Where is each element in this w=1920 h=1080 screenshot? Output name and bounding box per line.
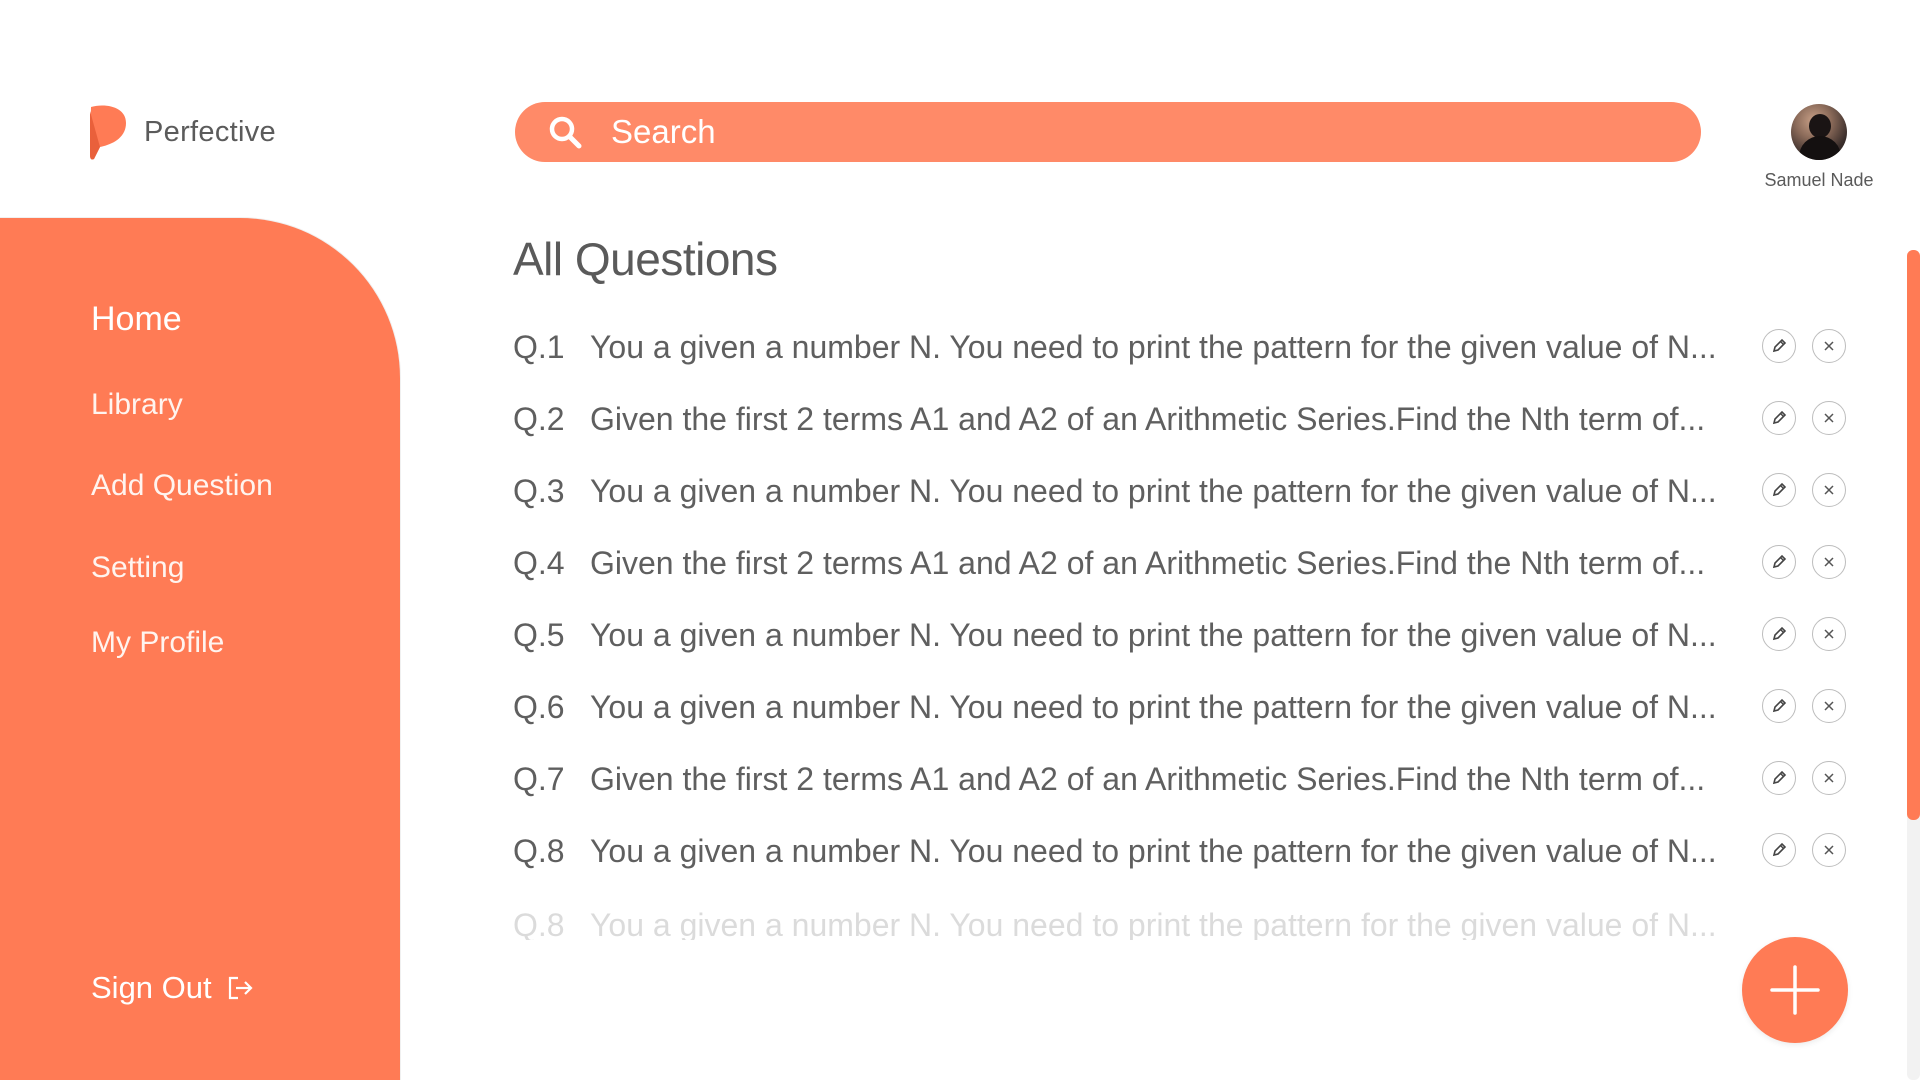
question-number: Q.4 <box>513 544 565 581</box>
edit-button[interactable] <box>1762 761 1796 795</box>
scrollbar-thumb[interactable] <box>1907 250 1920 820</box>
question-row[interactable]: Q.2 Given the first 2 terms A1 and A2 of… <box>513 394 1853 444</box>
perfective-logo-icon <box>90 105 126 160</box>
pencil-icon <box>1772 482 1787 497</box>
edit-button[interactable] <box>1762 329 1796 363</box>
question-row[interactable]: Q.1 You a given a number N. You need to … <box>513 322 1853 372</box>
search-bar[interactable] <box>515 102 1701 162</box>
question-number: Q.3 <box>513 472 565 509</box>
question-number: Q.8 <box>513 910 565 940</box>
close-icon <box>1824 773 1834 783</box>
pencil-icon <box>1772 770 1787 785</box>
question-text[interactable]: You a given a number N. You need to prin… <box>590 617 1748 654</box>
sidebar-item-library[interactable]: Library <box>91 388 183 422</box>
edit-button[interactable] <box>1762 545 1796 579</box>
close-icon <box>1824 701 1834 711</box>
sidebar-item-add-question[interactable]: Add Question <box>91 469 273 503</box>
question-text[interactable]: You a given a number N. You need to prin… <box>590 910 1748 940</box>
page-title: All Questions <box>513 233 778 285</box>
question-row[interactable]: Q.8 You a given a number N. You need to … <box>513 826 1853 876</box>
question-text[interactable]: Given the first 2 terms A1 and A2 of an … <box>590 401 1748 438</box>
sidebar-item-setting[interactable]: Setting <box>91 551 184 585</box>
delete-button[interactable] <box>1812 329 1846 363</box>
sign-out-label: Sign Out <box>91 970 212 1005</box>
close-icon <box>1824 845 1834 855</box>
pencil-icon <box>1772 338 1787 353</box>
close-icon <box>1824 413 1834 423</box>
question-row[interactable]: Q.4 Given the first 2 terms A1 and A2 of… <box>513 538 1853 588</box>
pencil-icon <box>1772 410 1787 425</box>
avatar[interactable] <box>1791 104 1847 160</box>
question-row[interactable]: Q.8 You a given a number N. You need to … <box>513 910 1853 940</box>
question-number: Q.1 <box>513 328 565 365</box>
edit-button[interactable] <box>1762 833 1796 867</box>
question-number: Q.5 <box>513 616 565 653</box>
question-number: Q.7 <box>513 760 565 797</box>
search-input[interactable] <box>609 112 1663 152</box>
sidebar-item-my-profile[interactable]: My Profile <box>91 626 224 660</box>
sidebar-item-home[interactable]: Home <box>91 300 182 339</box>
question-row[interactable]: Q.6 You a given a number N. You need to … <box>513 682 1853 732</box>
delete-button[interactable] <box>1812 473 1846 507</box>
brand-name: Perfective <box>144 115 276 148</box>
question-row[interactable]: Q.3 You a given a number N. You need to … <box>513 466 1853 516</box>
delete-button[interactable] <box>1812 617 1846 651</box>
delete-button[interactable] <box>1812 833 1846 867</box>
pencil-icon <box>1772 554 1787 569</box>
plus-icon <box>1770 965 1820 1015</box>
question-number: Q.2 <box>513 400 565 437</box>
question-row[interactable]: Q.5 You a given a number N. You need to … <box>513 610 1853 660</box>
sign-out-button[interactable]: Sign Out <box>91 970 254 1006</box>
pencil-icon <box>1772 626 1787 641</box>
question-text[interactable]: Given the first 2 terms A1 and A2 of an … <box>590 545 1748 582</box>
sidebar: Home Library Add Question Setting My Pro… <box>0 218 400 1080</box>
close-icon <box>1824 341 1834 351</box>
close-icon <box>1824 629 1834 639</box>
question-text[interactable]: You a given a number N. You need to prin… <box>590 833 1748 870</box>
question-text[interactable]: You a given a number N. You need to prin… <box>590 329 1748 366</box>
question-number: Q.8 <box>513 832 565 869</box>
question-text[interactable]: Given the first 2 terms A1 and A2 of an … <box>590 761 1748 798</box>
search-icon[interactable] <box>547 114 583 150</box>
question-text[interactable]: You a given a number N. You need to prin… <box>590 473 1748 510</box>
delete-button[interactable] <box>1812 689 1846 723</box>
sign-out-icon <box>228 976 253 1000</box>
edit-button[interactable] <box>1762 617 1796 651</box>
pencil-icon <box>1772 698 1787 713</box>
user-name: Samuel Nade <box>1764 170 1874 190</box>
brand[interactable]: Perfective <box>88 102 276 162</box>
question-number: Q.6 <box>513 688 565 725</box>
delete-button[interactable] <box>1812 545 1846 579</box>
edit-button[interactable] <box>1762 689 1796 723</box>
edit-button[interactable] <box>1762 401 1796 435</box>
question-text[interactable]: You a given a number N. You need to prin… <box>590 689 1748 726</box>
question-row[interactable]: Q.7 Given the first 2 terms A1 and A2 of… <box>513 754 1853 804</box>
delete-button[interactable] <box>1812 761 1846 795</box>
delete-button[interactable] <box>1812 401 1846 435</box>
close-icon <box>1824 485 1834 495</box>
add-question-button[interactable] <box>1742 937 1848 1043</box>
edit-button[interactable] <box>1762 473 1796 507</box>
pencil-icon <box>1772 842 1787 857</box>
close-icon <box>1824 557 1834 567</box>
